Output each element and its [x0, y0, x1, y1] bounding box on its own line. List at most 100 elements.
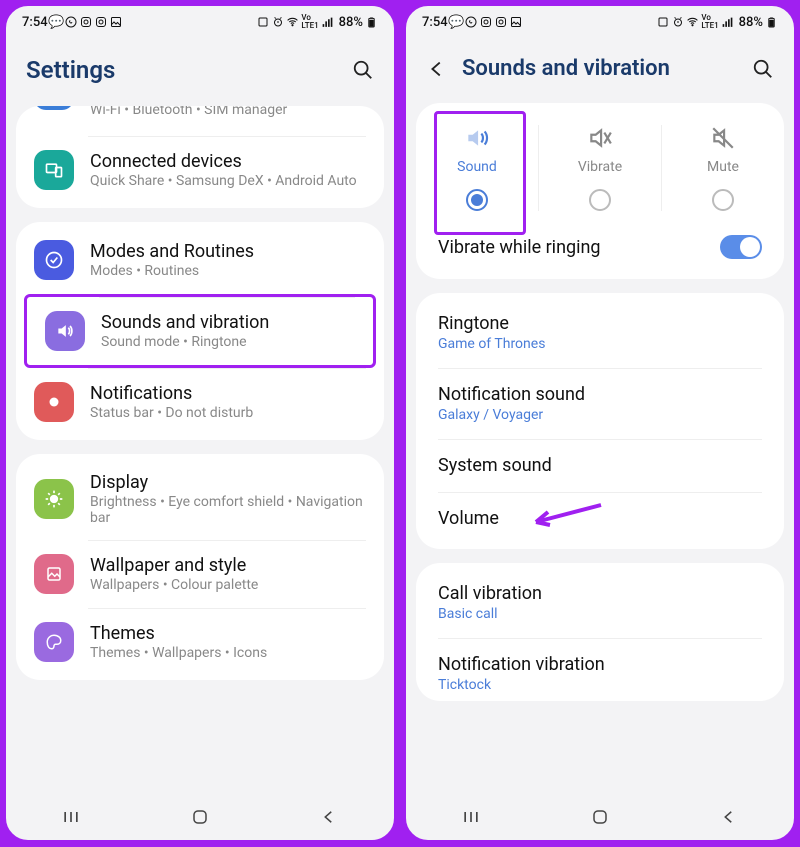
battery-pct: 88% [339, 15, 363, 30]
sound-settings-list[interactable]: Sound Vibrate Mute Vibrate while ringing [406, 103, 794, 794]
mode-label: Sound [457, 159, 497, 175]
whatsapp-icon [465, 16, 478, 29]
row-title: Notification sound [438, 384, 585, 405]
vibrate-icon [587, 125, 613, 151]
list-sub: Sound mode • Ringtone [101, 334, 269, 350]
wallpaper-icon [34, 554, 74, 594]
devices-icon [34, 150, 74, 190]
annotation-arrow [526, 500, 606, 530]
themes-icon [34, 622, 74, 662]
nav-recent[interactable] [460, 806, 482, 828]
row-ringtone[interactable]: Ringtone Game of Thrones [416, 297, 784, 368]
mode-label: Vibrate [578, 159, 622, 175]
list-title: Display [90, 472, 366, 493]
display-icon [34, 479, 74, 519]
volte-label: VoLTE1 [301, 14, 318, 30]
row-sub: Game of Thrones [438, 336, 545, 352]
instagram-icon-2 [95, 16, 108, 29]
row-title: Ringtone [438, 313, 545, 334]
header: Sounds and vibration [406, 34, 794, 103]
status-time: 7:54 [22, 15, 48, 30]
row-volume[interactable]: Volume [416, 492, 784, 545]
radio-sound[interactable] [466, 189, 488, 211]
notifications-icon [34, 382, 74, 422]
whatsapp-icon [65, 16, 78, 29]
nfc-icon [656, 16, 669, 29]
sound-icon [464, 125, 490, 151]
sound-mode-row: Sound Vibrate Mute [416, 107, 784, 219]
nav-recent[interactable] [60, 806, 82, 828]
comment-icon: 💬 [450, 16, 463, 29]
search-button[interactable] [752, 58, 774, 80]
alarm-icon [671, 16, 684, 29]
nfc-icon [256, 16, 269, 29]
modes-icon [34, 240, 74, 280]
back-button[interactable] [426, 58, 448, 80]
list-item-display[interactable]: Display Brightness • Eye comfort shield … [16, 458, 384, 540]
list-item-connected-devices[interactable]: Connected devices Quick Share • Samsung … [16, 136, 384, 204]
mode-vibrate[interactable]: Vibrate [538, 125, 661, 211]
list-title: Modes and Routines [90, 241, 254, 262]
status-time: 7:54 [422, 15, 448, 30]
search-icon [352, 59, 374, 81]
mute-icon [710, 125, 736, 151]
instagram-icon [480, 16, 493, 29]
nav-back[interactable] [318, 806, 340, 828]
comment-icon: 💬 [50, 16, 63, 29]
list-title: Sounds and vibration [101, 312, 269, 333]
instagram-icon-2 [495, 16, 508, 29]
row-notification-vibration[interactable]: Notification vibration Ticktock [416, 638, 784, 697]
status-bar: 7:54 💬 VoLTE1 88% [406, 6, 794, 34]
list-sub: Brightness • Eye comfort shield • Naviga… [90, 494, 366, 526]
page-title: Sounds and vibration [462, 56, 738, 81]
list-sub: Quick Share • Samsung DeX • Android Auto [90, 173, 357, 189]
mode-label: Mute [707, 159, 739, 175]
nav-home[interactable] [189, 806, 211, 828]
wifi-icon [686, 16, 699, 29]
list-item-wallpaper[interactable]: Wallpaper and style Wallpapers • Colour … [16, 540, 384, 608]
row-title: Vibrate while ringing [438, 237, 601, 258]
row-vibrate-while-ringing[interactable]: Vibrate while ringing [416, 219, 784, 275]
list-title: Wallpaper and style [90, 555, 258, 576]
list-item-modes[interactable]: Modes and Routines Modes • Routines [16, 226, 384, 294]
list-item-themes[interactable]: Themes Themes • Wallpapers • Icons [16, 608, 384, 676]
row-sub: Ticktock [438, 677, 605, 693]
phone-left: 7:54 💬 VoLTE1 88% Settings Wi- [4, 4, 396, 842]
nav-bar [406, 794, 794, 840]
mode-sound[interactable]: Sound [416, 125, 538, 211]
phone-right: 7:54 💬 VoLTE1 88% Sounds and vibration [404, 4, 796, 842]
row-title: Volume [438, 508, 499, 529]
radio-vibrate[interactable] [589, 189, 611, 211]
mode-mute[interactable]: Mute [661, 125, 784, 211]
signal-icon [721, 16, 734, 29]
list-item-sounds[interactable]: Sounds and vibration Sound mode • Ringto… [24, 294, 376, 368]
list-sub: Status bar • Do not disturb [90, 405, 253, 421]
battery-icon [765, 16, 778, 29]
search-icon [752, 58, 774, 80]
row-notification-sound[interactable]: Notification sound Galaxy / Voyager [416, 368, 784, 439]
search-button[interactable] [352, 59, 374, 81]
row-sub: Galaxy / Voyager [438, 407, 585, 423]
list-item-notifications[interactable]: Notifications Status bar • Do not distur… [16, 368, 384, 436]
header: Settings [6, 34, 394, 106]
list-sub: Themes • Wallpapers • Icons [90, 645, 267, 661]
row-system-sound[interactable]: System sound [416, 439, 784, 492]
row-title: Notification vibration [438, 654, 605, 675]
sound-icon [45, 311, 85, 351]
nav-home[interactable] [589, 806, 611, 828]
list-title: Connected devices [90, 151, 357, 172]
battery-icon [365, 16, 378, 29]
nav-bar [6, 794, 394, 840]
row-sub: Basic call [438, 606, 542, 622]
radio-mute[interactable] [712, 189, 734, 211]
settings-list[interactable]: Wi-Fi • Bluetooth • SIM manager Connecte… [6, 106, 394, 794]
battery-pct: 88% [739, 15, 763, 30]
list-sub: Wallpapers • Colour palette [90, 577, 258, 593]
nav-back[interactable] [718, 806, 740, 828]
row-call-vibration[interactable]: Call vibration Basic call [416, 567, 784, 638]
status-bar: 7:54 💬 VoLTE1 88% [6, 6, 394, 34]
list-item-connections[interactable]: Wi-Fi • Bluetooth • SIM manager [16, 106, 384, 136]
image-icon [510, 16, 523, 29]
list-title: Themes [90, 623, 267, 644]
switch-vibrate-ring[interactable] [720, 235, 762, 259]
